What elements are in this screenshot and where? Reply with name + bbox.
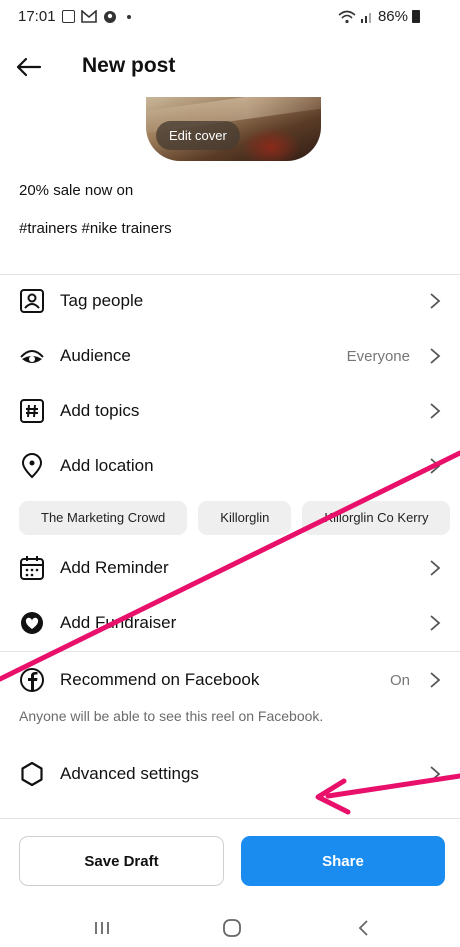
cover-detail — [241, 127, 301, 161]
location-pin-icon — [21, 453, 43, 479]
add-fundraiser-row[interactable]: Add Fundraiser — [0, 596, 460, 650]
recommend-facebook-row[interactable]: Recommend on Facebook On — [0, 653, 460, 707]
cover-thumbnail[interactable]: Edit cover — [146, 97, 321, 161]
location-chip[interactable]: Killorglin — [198, 501, 292, 535]
battery-icon — [412, 10, 420, 23]
facebook-visibility-note: Anyone will be able to see this reel on … — [19, 708, 324, 724]
more-notifications-icon — [126, 14, 131, 19]
home-icon — [223, 919, 241, 937]
system-nav-bar — [0, 910, 460, 947]
location-chip[interactable]: Killorglin Co Kerry — [302, 501, 451, 535]
home-button[interactable] — [212, 914, 252, 942]
add-reminder-row[interactable]: Add Reminder — [0, 541, 460, 595]
caption-text[interactable]: 20% sale now on — [19, 182, 133, 199]
add-topics-label: Add topics — [60, 401, 140, 420]
advanced-settings-label: Advanced settings — [60, 764, 199, 783]
tag-people-row[interactable]: Tag people — [0, 274, 460, 328]
edit-cover-button[interactable]: Edit cover — [156, 121, 240, 150]
recommend-facebook-label: Recommend on Facebook — [60, 670, 260, 689]
system-back-button[interactable] — [344, 914, 384, 942]
tag-people-label: Tag people — [60, 291, 144, 310]
recent-apps-button[interactable] — [82, 914, 122, 942]
system-back-icon — [358, 920, 368, 936]
recommend-facebook-value: On — [389, 671, 410, 689]
chevron-right-icon — [430, 672, 441, 688]
chevron-right-icon — [430, 766, 441, 782]
divider — [0, 651, 460, 652]
audience-label: Audience — [60, 346, 131, 365]
chevron-right-icon — [430, 458, 441, 474]
add-reminder-label: Add Reminder — [60, 558, 169, 577]
status-right: 86% — [338, 8, 420, 25]
audience-icon — [20, 350, 44, 363]
add-location-row[interactable]: Add location — [0, 439, 460, 493]
add-fundraiser-label: Add Fundraiser — [60, 613, 177, 632]
audience-value: Everyone — [346, 347, 410, 365]
gallery-notification-icon — [61, 10, 75, 23]
status-bar: 17:01 86% — [0, 0, 460, 34]
wifi-icon — [338, 10, 356, 23]
caption-hashtags[interactable]: #trainers #nike trainers — [19, 220, 172, 237]
hashtag-icon — [20, 399, 44, 423]
status-time: 17:01 — [18, 8, 56, 25]
tag-people-icon — [20, 289, 44, 313]
chevron-right-icon — [430, 615, 441, 631]
status-left: 17:01 — [18, 8, 131, 25]
page-title: New post — [82, 54, 176, 77]
back-arrow-icon — [16, 57, 42, 77]
chevron-right-icon — [430, 293, 441, 309]
add-topics-row[interactable]: Add topics — [0, 384, 460, 438]
chevron-right-icon — [430, 348, 441, 364]
advanced-settings-row[interactable]: Advanced settings — [0, 747, 460, 801]
audience-row[interactable]: Audience Everyone — [0, 329, 460, 383]
save-draft-button[interactable]: Save Draft — [19, 836, 224, 886]
fundraiser-icon — [21, 612, 43, 634]
calendar-icon — [20, 556, 44, 580]
signal-icon — [360, 12, 371, 23]
battery-percent: 86% — [377, 8, 408, 25]
gear-icon — [21, 761, 43, 787]
mail-notification-icon — [80, 10, 97, 23]
share-button[interactable]: Share — [241, 836, 445, 886]
back-button[interactable] — [14, 52, 50, 82]
location-suggestions: The Marketing Crowd Killorglin Killorglin … — [19, 501, 460, 535]
location-chip[interactable]: The Marketing Crowd — [19, 501, 188, 535]
chevron-right-icon — [430, 560, 441, 576]
chevron-right-icon — [430, 403, 441, 419]
add-location-label: Add location — [60, 456, 154, 475]
facebook-icon — [20, 668, 44, 692]
account-notification-icon — [103, 10, 116, 23]
recent-apps-icon — [95, 922, 109, 934]
header: New post — [0, 44, 460, 90]
divider — [0, 818, 460, 819]
